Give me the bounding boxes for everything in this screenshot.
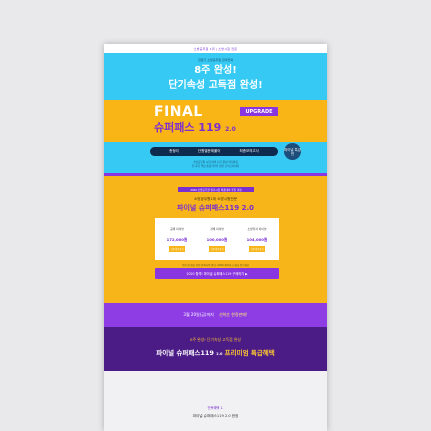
upgrade-badge: UPGRADE [240,107,278,116]
top-bar-text: 소방공무원 1위 | 소방시험 전문 [193,46,238,51]
premium-title-version: 2.0 [216,352,223,356]
curriculum-item: 최종모의고사 [239,149,259,153]
premium-title: 파이널 슈퍼패스119 2.0 프리미엄 특급혜택 [104,347,327,357]
offer-tag: 2020 소방공무원 필기시험 최종대비 추천 과정 [178,187,254,192]
page-preview: 소방공무원 1위 | 소방시험 전문 전문가 소방공무원 합격전략 8주 완성!… [104,44,327,431]
hero-note: 소방공무원 시험 대비 단기 완성 커리큘럼 전 과목 핵심 총정리부터 실전 … [104,161,327,168]
premium-title-text: 파이널 슈퍼패스119 [156,349,214,357]
apply-button[interactable]: 신청 바로가기 [208,245,226,252]
hero-subheadline: 단기속성 고득점 완성! [168,80,263,91]
price-label: 공채 파이널 [170,226,184,231]
price-value: 100,000원 [206,236,228,242]
offer-title: 파이널 슈퍼패스119 2.0 [177,204,254,212]
product-name-text: 슈퍼패스 119 [154,121,222,134]
price-column: 공채 파이널 172,000원 신청 바로가기 [159,227,195,252]
product-version: 2.0 [225,126,236,133]
hero-eyebrow: 전문가 소방공무원 합격전략 [197,58,234,62]
price-value: 172,000원 [166,236,188,242]
premium-subtitle: 8주 완성! 단기속성 고득점 완성 [190,337,241,342]
premium-title-accent: 프리미엄 특급혜택 [224,349,275,357]
hero-note-line: 전 과목 핵심 총정리부터 실전 모의고사까지 [191,164,240,168]
price-label: 소방학과 파이널 [247,226,267,231]
final-special-badge: 파이널 특강반 [284,143,301,160]
price-column: 소방학과 파이널 104,000원 신청 바로가기 [239,227,275,252]
price-table: 공채 파이널 172,000원 신청 바로가기 경채 파이널 100,000원 … [155,218,279,260]
hero-headline: 8주 완성! [194,65,237,76]
hero-section: 전문가 소방공무원 합격전략 8주 완성! 단기속성 고득점 완성! FINAL… [104,53,327,173]
curriculum-item: 총정리 [169,149,179,153]
benefit-label: 단독혜택 1. [207,406,224,410]
price-value: 104,000원 [246,236,268,242]
price-label: 경채 파이널 [210,226,224,231]
offer-subtitle: 소방공무원1위 소방시험전문 [193,197,238,201]
apply-button[interactable]: 신청 바로가기 [168,245,186,252]
curriculum-item: 단원별문제풀이 [197,149,221,153]
final-label: FINAL [154,104,203,120]
curriculum-pill: 총정리 단원별문제풀이 최종모의고사 [150,147,278,156]
limited-banner: 3월 20일(금)까지 선착순 한정판매! [104,303,327,327]
premium-section: 8주 완성! 단기속성 고득점 완성 파이널 슈퍼패스119 2.0 프리미엄 … [104,327,327,371]
buy-button[interactable]: 2020 합격! 파이널 슈퍼패스119 구매하기 ▶ [155,268,279,279]
top-bar: 소방공무원 1위 | 소방시험 전문 [104,44,327,53]
price-column: 경채 파이널 100,000원 신청 바로가기 [199,227,235,252]
benefit-title: 파이널 슈퍼패스119 2.0 한정 [192,414,239,418]
benefit-section: 단독혜택 1. 파이널 슈퍼패스119 2.0 한정 [104,371,327,431]
product-name: 슈퍼패스 119 2.0 [154,119,236,135]
offer-note: 학습 및 환급 관련 유의사항 안내, 2020 합격하고 환급 받으세요 [181,264,250,267]
offer-section: 2020 소방공무원 필기시험 최종대비 추천 과정 소방공무원1위 소방시험전… [104,176,327,303]
banner-highlight: 선착순 한정판매! [218,312,248,317]
banner-text: 3월 20일(금)까지 [183,312,214,317]
apply-button[interactable]: 신청 바로가기 [248,245,266,252]
